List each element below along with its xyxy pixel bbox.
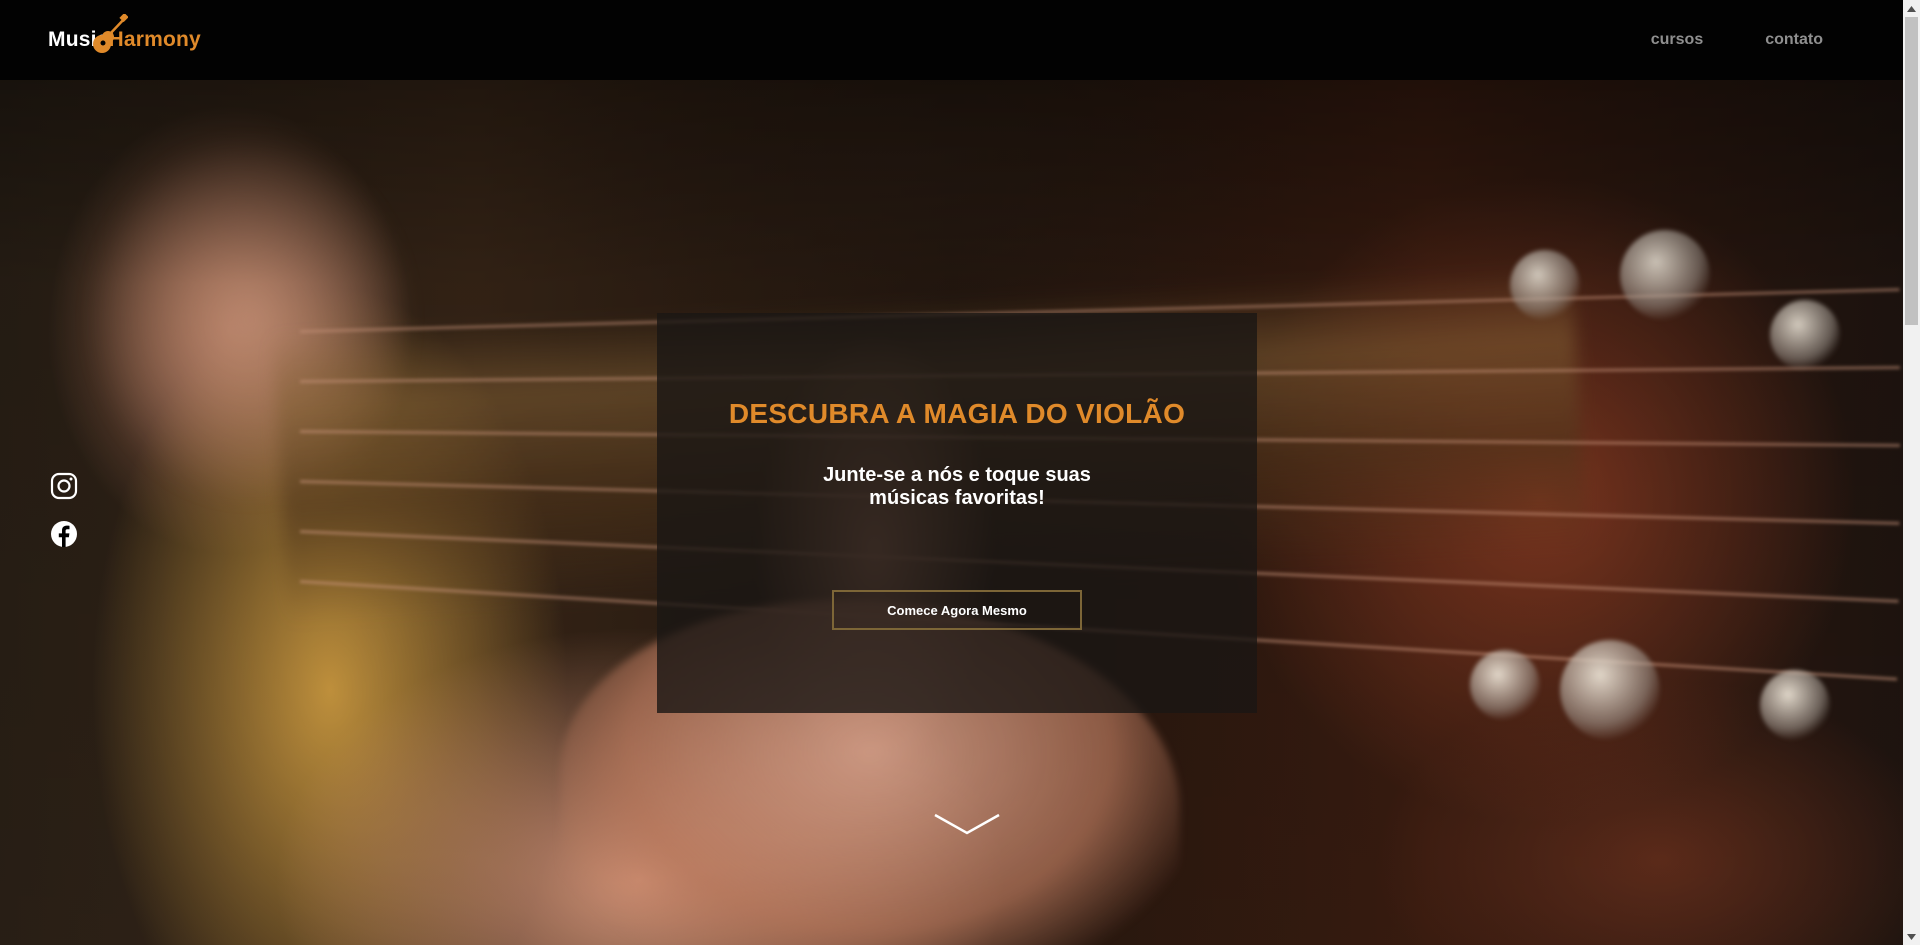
facebook-link[interactable] [50,520,78,548]
start-now-button[interactable]: Comece Agora Mesmo [832,590,1082,630]
scroll-down-arrow-icon[interactable] [1903,928,1920,945]
nav-link-contato[interactable]: contato [1765,31,1823,49]
hero-subtitle: Junte-se a nós e toque suas músicas favo… [823,464,1091,509]
hero-card: DESCUBRA A MAGIA DO VIOLÃO Junte-se a nó… [657,313,1257,713]
facebook-icon [51,521,77,547]
social-links [50,472,78,548]
nav-link-cursos[interactable]: cursos [1651,31,1703,49]
instagram-icon [50,472,78,500]
logo[interactable]: MusicHarmony [48,14,201,53]
page-scrollbar[interactable] [1903,0,1920,945]
scrollbar-thumb[interactable] [1905,17,1918,325]
site-header: MusicHarmony cursos contato [0,0,1903,80]
chevron-down-icon[interactable] [933,812,1001,836]
guitar-icon [93,14,128,53]
instagram-link[interactable] [50,472,78,500]
main-nav: cursos contato [1651,31,1823,49]
hero-title: DESCUBRA A MAGIA DO VIOLÃO [728,398,1186,429]
scroll-up-arrow-icon[interactable] [1903,0,1920,17]
